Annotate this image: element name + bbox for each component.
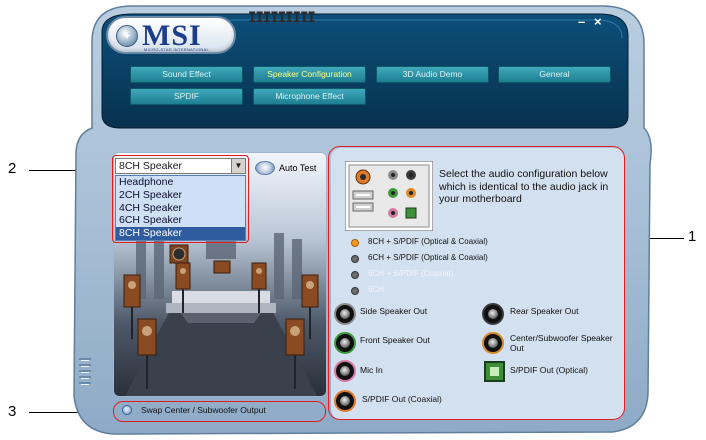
radio-icon [351,287,359,295]
speaker-option-6ch[interactable]: 6CH Speaker [116,214,245,227]
spdif-optical-jack-icon [484,361,505,382]
front-speaker-out-label: Front Speaker Out [360,335,430,345]
msi-emblem-icon: ✦ [116,25,138,47]
swap-center-subwoofer-toggle[interactable] [122,405,132,415]
mic-in-jack-icon [334,360,356,382]
audio-config-instruction: Select the audio configuration below whi… [439,168,609,205]
speaker-option-2ch[interactable]: 2CH Speaker [116,189,245,202]
center-subwoofer-jack-icon [482,332,504,354]
speaker-count-options-list[interactable]: Headphone 2CH Speaker 4CH Speaker 6CH Sp… [115,175,246,241]
motherboard-jack-diagram [345,161,433,231]
speaker-option-8ch[interactable]: 8CH Speaker [116,227,245,240]
minimize-button[interactable]: – [578,14,585,29]
callout-number-3: 3 [8,403,17,420]
selected-radio-icon [351,239,359,247]
mic-in-label: Mic In [360,365,383,375]
auto-test-button[interactable] [255,161,275,175]
callout-number-1: 1 [688,228,697,245]
tab-sound-effect[interactable]: Sound Effect [130,66,243,83]
config-option-label-disabled: 6CH [368,285,385,294]
msi-logo: ✦ MSI MICRO-STAR INTERNATIONAL [106,16,236,54]
radio-icon [351,255,359,263]
close-button[interactable]: × [594,14,602,29]
tab-spdif[interactable]: SPDIF [130,88,243,105]
side-speaker-jack-icon [334,303,356,325]
config-option-label: 8CH + S/PDIF (Optical & Coaxial) [368,237,488,246]
logo-subtitle: MICRO-STAR INTERNATIONAL [144,47,210,52]
speaker-count-value: 8CH Speaker [119,160,183,172]
center-subwoofer-out-label: Center/Subwoofer Speaker Out [510,333,613,353]
swap-center-subwoofer-label: Swap Center / Subwoofer Output [141,405,266,415]
tab-general[interactable]: General [498,66,611,83]
spdif-coaxial-jack-icon [334,390,356,412]
tab-3d-audio-demo[interactable]: 3D Audio Demo [376,66,489,83]
drag-grip-icon[interactable]: IIIIIIIII [248,10,316,26]
chevron-down-icon[interactable]: ▼ [231,159,245,173]
auto-test-label: Auto Test [279,163,317,173]
callout-number-2: 2 [8,160,17,177]
radio-icon [351,271,359,279]
config-option-label: 6CH + S/PDIF (Optical & Coaxial) [368,253,488,262]
speaker-option-headphone[interactable]: Headphone [116,176,245,189]
rear-speaker-out-label: Rear Speaker Out [510,306,579,316]
rear-speaker-jack-icon [482,303,504,325]
front-speaker-jack-icon [334,332,356,354]
tab-microphone-effect[interactable]: Microphone Effect [253,88,366,105]
speaker-option-4ch[interactable]: 4CH Speaker [116,202,245,215]
spdif-out-coaxial-label: S/PDIF Out (Coaxial) [362,394,442,404]
speaker-count-dropdown[interactable]: 8CH Speaker ▼ [115,158,246,174]
tab-speaker-configuration[interactable]: Speaker Configuration [253,66,366,83]
side-speaker-out-label: Side Speaker Out [360,306,428,316]
config-option-label-disabled: 6CH + S/PDIF (Coaxial) [368,269,454,278]
spdif-out-optical-label: S/PDIF Out (Optical) [510,365,588,375]
